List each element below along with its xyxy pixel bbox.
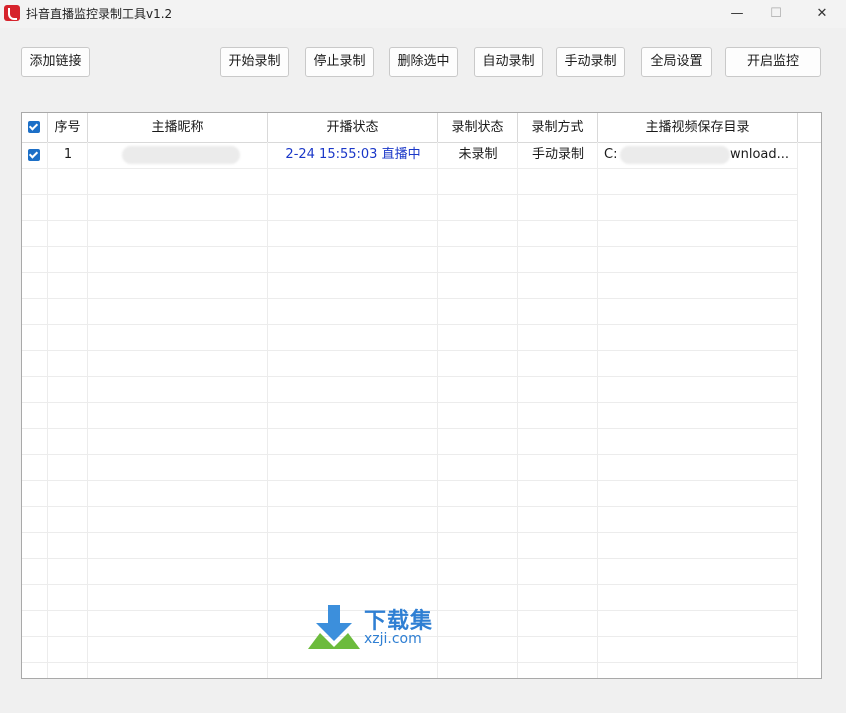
global-settings-button[interactable]: 全局设置 — [641, 47, 712, 77]
row-separator — [22, 506, 798, 507]
add-link-button[interactable]: 添加链接 — [21, 47, 90, 77]
row-separator — [22, 662, 798, 663]
header-nickname[interactable]: 主播昵称 — [88, 113, 268, 142]
header-record-status[interactable]: 录制状态 — [438, 113, 518, 142]
row-separator — [22, 480, 798, 481]
row-live-status: 2-24 15:55:03 直播中 — [285, 147, 421, 162]
start-monitor-button[interactable]: 开启监控 — [725, 47, 821, 77]
auto-record-button[interactable]: 自动录制 — [474, 47, 543, 77]
grid-line — [517, 142, 518, 678]
row-checkbox[interactable] — [28, 149, 40, 161]
header-live-status[interactable]: 开播状态 — [268, 113, 438, 142]
row-separator — [22, 428, 798, 429]
redacted-save-dir — [620, 146, 730, 164]
start-record-button[interactable]: 开始录制 — [220, 47, 289, 77]
row-separator — [22, 324, 798, 325]
window-title: 抖音直播监控录制工具v1.2 — [26, 7, 173, 21]
row-separator — [22, 272, 798, 273]
douyin-app-icon — [4, 5, 20, 21]
header-save-dir[interactable]: 主播视频保存目录 — [598, 113, 798, 142]
stop-record-button[interactable]: 停止录制 — [305, 47, 374, 77]
row-separator — [22, 402, 798, 403]
row-separator — [22, 298, 798, 299]
header-record-mode[interactable]: 录制方式 — [518, 113, 598, 142]
maximize-button[interactable]: ☐ — [753, 0, 799, 28]
grid-line — [267, 142, 268, 678]
grid-line — [437, 142, 438, 678]
row-separator — [22, 532, 798, 533]
grid-line — [87, 142, 88, 678]
row-separator — [22, 194, 798, 195]
table-header: 序号 主播昵称 开播状态 录制状态 录制方式 主播视频保存目录 — [22, 113, 798, 143]
redacted-nickname — [122, 146, 240, 164]
row-separator — [22, 350, 798, 351]
grid-line — [597, 142, 598, 678]
row-save-dir-end: wnload... — [730, 147, 790, 162]
row-separator — [22, 454, 798, 455]
row-record-mode: 手动录制 — [531, 147, 584, 162]
row-index: 1 — [63, 147, 73, 162]
row-separator — [22, 246, 798, 247]
watermark-domain: xzji.com — [364, 631, 422, 647]
row-separator — [22, 584, 798, 585]
row-record-status: 未录制 — [458, 147, 498, 162]
select-all-cell[interactable] — [22, 113, 48, 142]
header-filler — [798, 113, 821, 143]
grid-line — [47, 142, 48, 678]
download-arrow-icon — [308, 605, 360, 649]
close-button[interactable]: ✕ — [799, 0, 845, 28]
row-separator — [22, 168, 798, 169]
manual-record-button[interactable]: 手动录制 — [556, 47, 625, 77]
streamer-table[interactable]: 序号 主播昵称 开播状态 录制状态 录制方式 主播视频保存目录 1 2-24 1… — [21, 112, 822, 679]
xzji-watermark: 下载集 xzji.com — [306, 603, 446, 653]
row-separator — [22, 220, 798, 221]
row-separator — [22, 558, 798, 559]
row-separator — [22, 376, 798, 377]
header-index[interactable]: 序号 — [48, 113, 88, 142]
delete-selected-button[interactable]: 删除选中 — [389, 47, 458, 77]
title-bar: 抖音直播监控录制工具v1.2 — ☐ ✕ — [0, 0, 846, 28]
grid-line — [797, 142, 798, 678]
select-all-checkbox[interactable] — [28, 121, 40, 133]
